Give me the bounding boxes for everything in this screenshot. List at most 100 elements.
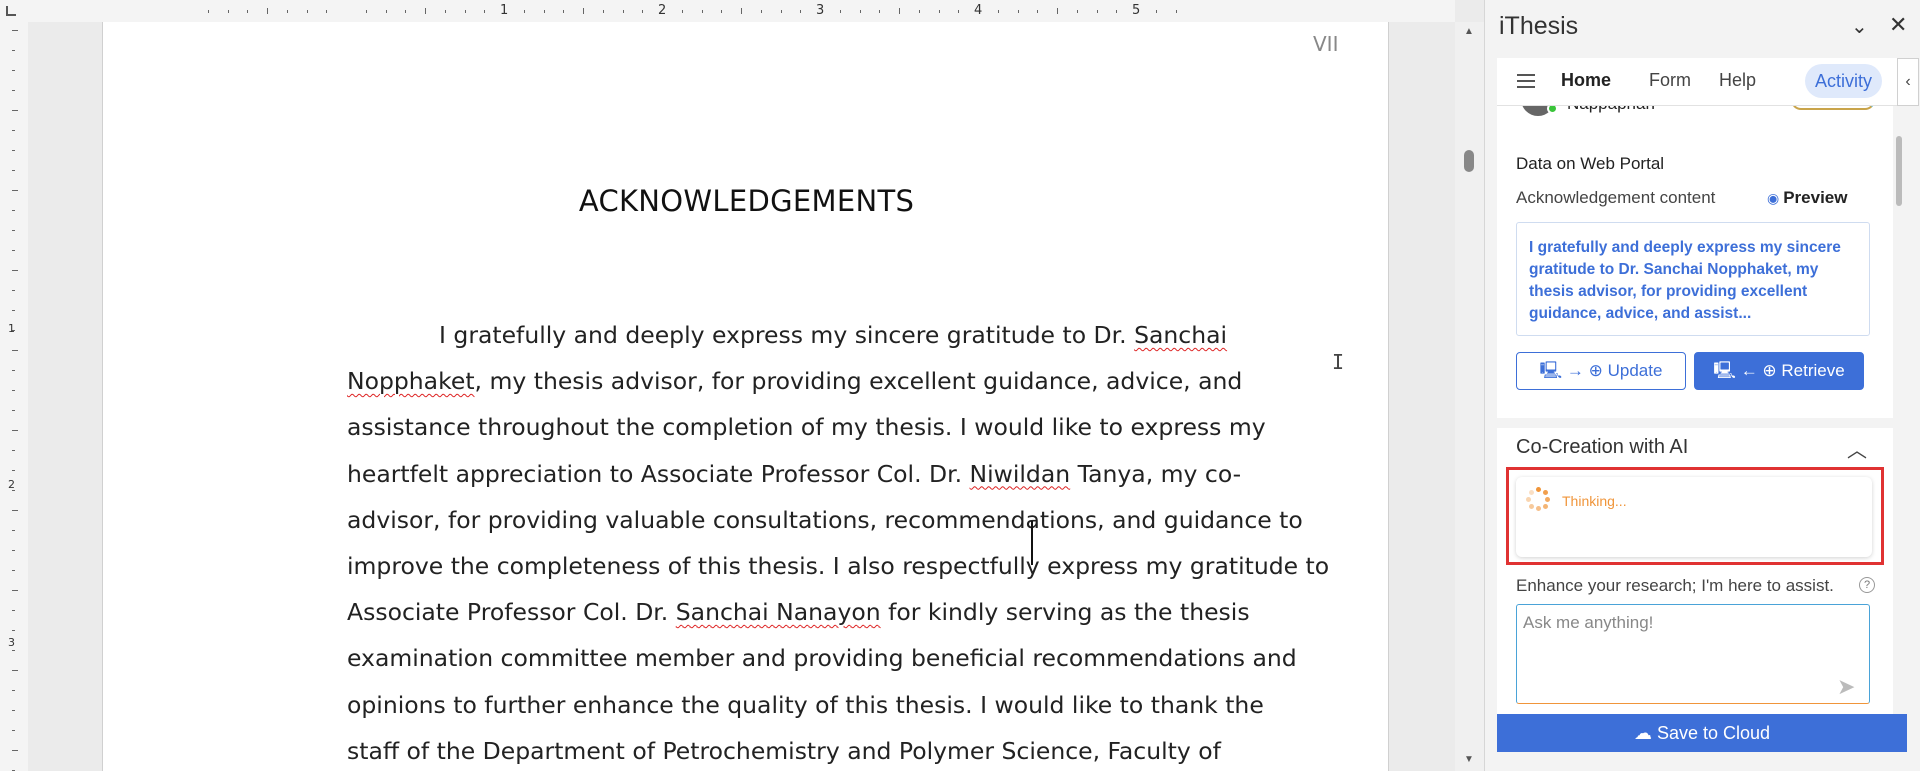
tab-form[interactable]: Form (1649, 70, 1691, 91)
document-page[interactable]: VII ACKNOWLEDGEMENTS I gratefully and de… (102, 22, 1389, 771)
ruler-tick (859, 9, 861, 13)
assist-text: Enhance your research; I'm here to assis… (1516, 576, 1834, 595)
panel-content: Nappaphan Data on Web Portal Acknowledge… (1497, 106, 1897, 717)
body-line[interactable]: improve the completeness of this thesis.… (347, 543, 1329, 589)
ithesis-panel: iThesis ⌄ ✕ Home Form Help Activity ‹ Na… (1484, 0, 1920, 771)
user-name: Nappaphan (1567, 106, 1655, 114)
panel-nav: Home Form Help Activity ‹ (1497, 58, 1919, 106)
document-scrollbar[interactable]: ▲ ▼ (1455, 22, 1484, 771)
ruler-tick (1116, 9, 1118, 13)
ask-input[interactable] (1516, 604, 1870, 704)
text-run: Tanya, my co- (1070, 459, 1242, 488)
ruler-tick (1017, 9, 1019, 13)
ruler-tick (12, 210, 15, 211)
tab-home[interactable]: Home (1561, 70, 1611, 91)
panel-scrollbar-thumb[interactable] (1896, 136, 1902, 206)
body-line[interactable]: staff of the Department of Petrochemistr… (347, 728, 1237, 771)
ruler-tick (12, 450, 15, 451)
tab-help[interactable]: Help (1719, 70, 1756, 91)
ruler-tick (12, 70, 15, 71)
body-line[interactable]: examination committee member and providi… (347, 635, 1297, 681)
ruler-tick (12, 50, 15, 51)
retrieve-button[interactable]: 🖳 ← ⊕ Retrieve (1694, 352, 1864, 390)
scroll-up-icon[interactable]: ▲ (1464, 26, 1474, 37)
ruler-tick (800, 9, 802, 13)
ruler-tick (267, 8, 268, 14)
ruler-tick (839, 9, 841, 13)
ruler-tick (207, 9, 209, 13)
misspelled-word: Sanchai (1134, 321, 1228, 349)
ruler-tick (12, 750, 18, 751)
ruler-tick (1155, 9, 1157, 13)
body-line[interactable]: Associate Professor Col. Dr. Sanchai Nan… (347, 589, 1250, 635)
portal-heading: Data on Web Portal (1516, 154, 1665, 173)
body-line[interactable]: advisor, for providing valuable consulta… (347, 497, 1303, 543)
ruler-tick (563, 9, 565, 13)
body-line[interactable]: Nopphaket, my thesis advisor, for provid… (347, 358, 1242, 404)
body-line[interactable]: I gratefully and deeply express my since… (347, 312, 1237, 358)
ack-preview-text: I gratefully and deeply express my since… (1516, 222, 1870, 336)
horizontal-ruler[interactable]: 1 2 3 4 5 (28, 0, 1455, 22)
chevron-down-icon[interactable]: ⌄ (1851, 14, 1868, 39)
ruler-tick (681, 9, 683, 13)
preview-button[interactable]: ◉ Preview (1767, 188, 1847, 208)
ruler-number: 5 (1132, 3, 1141, 18)
ruler-tick (12, 30, 18, 31)
eye-icon: ◉ (1767, 190, 1780, 206)
ruler-tick (365, 9, 367, 13)
update-label: Update (1607, 361, 1663, 380)
user-row: Nappaphan (1497, 106, 1897, 124)
ruler-tick (12, 510, 18, 511)
save-to-cloud-button[interactable]: ☁ Save to Cloud (1497, 714, 1907, 752)
ruler-number: 3 (816, 3, 825, 18)
ruler-tick (642, 9, 644, 13)
tab-selector-icon[interactable] (6, 6, 16, 16)
misspelled-word: Nopphaket (347, 367, 475, 396)
document-body[interactable]: I gratefully and deeply express my since… (347, 312, 1329, 771)
ruler-tick (12, 390, 15, 391)
chevron-up-icon[interactable]: ︿ (1847, 434, 1867, 463)
ruler-tick (444, 9, 446, 13)
ruler-tick (523, 9, 525, 13)
document-title[interactable]: ACKNOWLEDGEMENTS (103, 184, 1390, 218)
text-run: , my thesis advisor, for providing excel… (474, 367, 1243, 396)
ruler-tick (12, 90, 15, 91)
ruler-tick (12, 410, 15, 411)
ruler-tick (12, 530, 15, 531)
body-line[interactable]: opinions to further enhance the quality … (347, 682, 1264, 728)
ruler-tick (918, 9, 920, 13)
section-divider (1497, 418, 1897, 428)
ruler-tick (1037, 9, 1039, 13)
body-line[interactable]: heartfelt appreciation to Associate Prof… (347, 451, 1241, 497)
ruler-tick (425, 8, 426, 14)
tab-activity[interactable]: Activity (1805, 64, 1883, 98)
page-number: VII (1313, 32, 1339, 56)
scroll-down-icon[interactable]: ▼ (1464, 754, 1474, 765)
ruler-tick (1175, 9, 1177, 13)
ruler-tick (1076, 9, 1078, 13)
ruler-tick (12, 430, 18, 431)
ruler-tick (958, 9, 960, 13)
user-badge[interactable] (1791, 106, 1875, 110)
close-icon[interactable]: ✕ (1889, 12, 1907, 38)
document-area: 1 2 3 1 2 3 4 5 VII ACKNOWLEDGEMENTS I gratefu… (0, 0, 1484, 771)
ruler-tick (12, 110, 18, 111)
ruler-tick (326, 9, 328, 13)
ruler-tick (484, 9, 486, 13)
ruler-tick (12, 550, 15, 551)
hamburger-icon[interactable] (1517, 74, 1535, 88)
ruler-number: 1 (500, 3, 509, 18)
question-circle-icon[interactable]: ? (1859, 577, 1875, 593)
body-line[interactable]: assistance throughout the completion of … (347, 404, 1266, 450)
ruler-tick (12, 230, 15, 231)
send-icon[interactable]: ➤ (1837, 674, 1855, 700)
ruler-tick (879, 9, 881, 13)
ruler-tick (1096, 9, 1098, 13)
text-run: Associate Professor Col. Dr. (347, 598, 676, 627)
update-button[interactable]: 🖳 → ⊕ Update (1516, 352, 1686, 390)
scrollbar-thumb[interactable] (1464, 150, 1474, 172)
chevron-left-icon[interactable]: ‹ (1897, 58, 1919, 106)
ruler-tick (12, 730, 15, 731)
panel-scrollbar[interactable] (1893, 106, 1905, 717)
ruler-tick (721, 9, 723, 13)
